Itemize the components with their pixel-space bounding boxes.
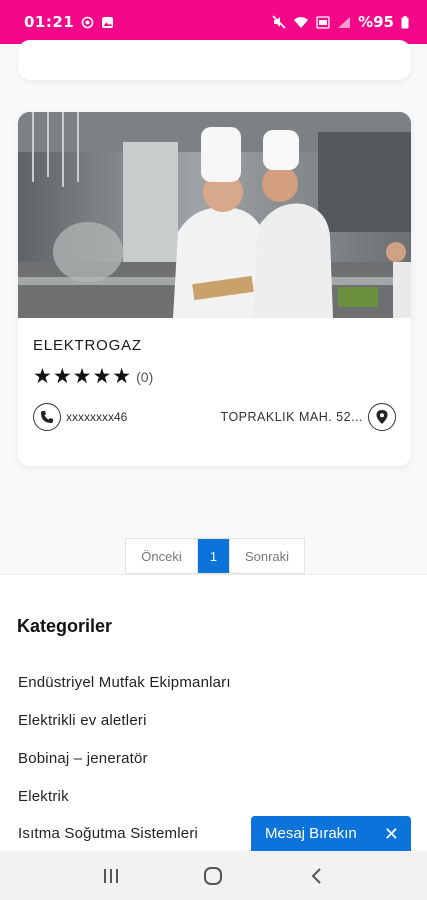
categories-section: Kategoriler Endüstriyel Mutfak Ekipmanla…	[0, 575, 427, 850]
pagination: Önceki 1 Sonraki	[125, 538, 305, 574]
contact-row: xxxxxxxx46 TOPRAKLIK MAH. 52...	[33, 403, 396, 431]
status-left: 01:21	[24, 13, 114, 31]
gallery-icon	[102, 16, 114, 28]
battery-percent: %95	[358, 13, 394, 31]
category-link[interactable]: Elektrik	[18, 788, 69, 805]
wifi-icon	[294, 16, 309, 28]
recent-apps-icon	[104, 868, 119, 883]
status-right: %95	[272, 13, 409, 31]
next-page-button[interactable]: Sonraki	[229, 539, 304, 573]
mute-icon	[272, 15, 286, 29]
address-text[interactable]: TOPRAKLIK MAH. 52...	[221, 410, 363, 424]
category-link[interactable]: Bobinaj – jeneratör	[18, 750, 148, 767]
volte-icon	[316, 15, 330, 29]
back-icon	[311, 867, 321, 884]
current-page-button[interactable]: 1	[198, 539, 229, 573]
category-link[interactable]: Elektrikli ev aletleri	[18, 712, 147, 729]
location-pin-icon[interactable]	[368, 403, 396, 431]
close-icon[interactable]: ✕	[384, 825, 399, 843]
home-button[interactable]	[193, 856, 233, 896]
rating: ★★★★★ (0)	[33, 366, 153, 387]
address-group[interactable]: TOPRAKLIK MAH. 52...	[221, 403, 396, 431]
category-link[interactable]: Isıtma Soğutma Sistemleri	[18, 825, 198, 842]
signal-icon	[338, 16, 351, 28]
home-icon	[204, 866, 223, 885]
status-bar: 01:21 %95	[0, 0, 427, 44]
phone-icon[interactable]	[33, 403, 61, 431]
navigation-bar	[0, 851, 427, 900]
star-rating-icons: ★★★★★	[33, 364, 133, 388]
categories-title: Kategoriler	[17, 616, 113, 636]
phone-group[interactable]: xxxxxxxx46	[33, 403, 127, 431]
rating-count: (0)	[136, 368, 154, 385]
listing-title[interactable]: ELEKTROGAZ	[33, 337, 142, 354]
recent-apps-button[interactable]	[91, 856, 131, 896]
listing-image[interactable]	[18, 112, 411, 318]
phone-number[interactable]: xxxxxxxx46	[66, 410, 127, 424]
leave-message-button[interactable]: Mesaj Bırakın ✕	[251, 816, 411, 851]
chefs-kitchen-photo	[18, 112, 411, 318]
leave-message-label[interactable]: Mesaj Bırakın	[265, 825, 357, 842]
previous-listing-card[interactable]	[18, 40, 411, 80]
back-button[interactable]	[296, 856, 336, 896]
status-time: 01:21	[24, 13, 75, 31]
previous-page-button[interactable]: Önceki	[126, 539, 198, 573]
category-link[interactable]: Endüstriyel Mutfak Ekipmanları	[18, 674, 231, 691]
battery-icon	[401, 15, 409, 28]
listing-card[interactable]: ELEKTROGAZ ★★★★★ (0) xxxxxxxx46 TOPRAKLI…	[18, 112, 411, 466]
whatsapp-icon	[81, 16, 94, 28]
